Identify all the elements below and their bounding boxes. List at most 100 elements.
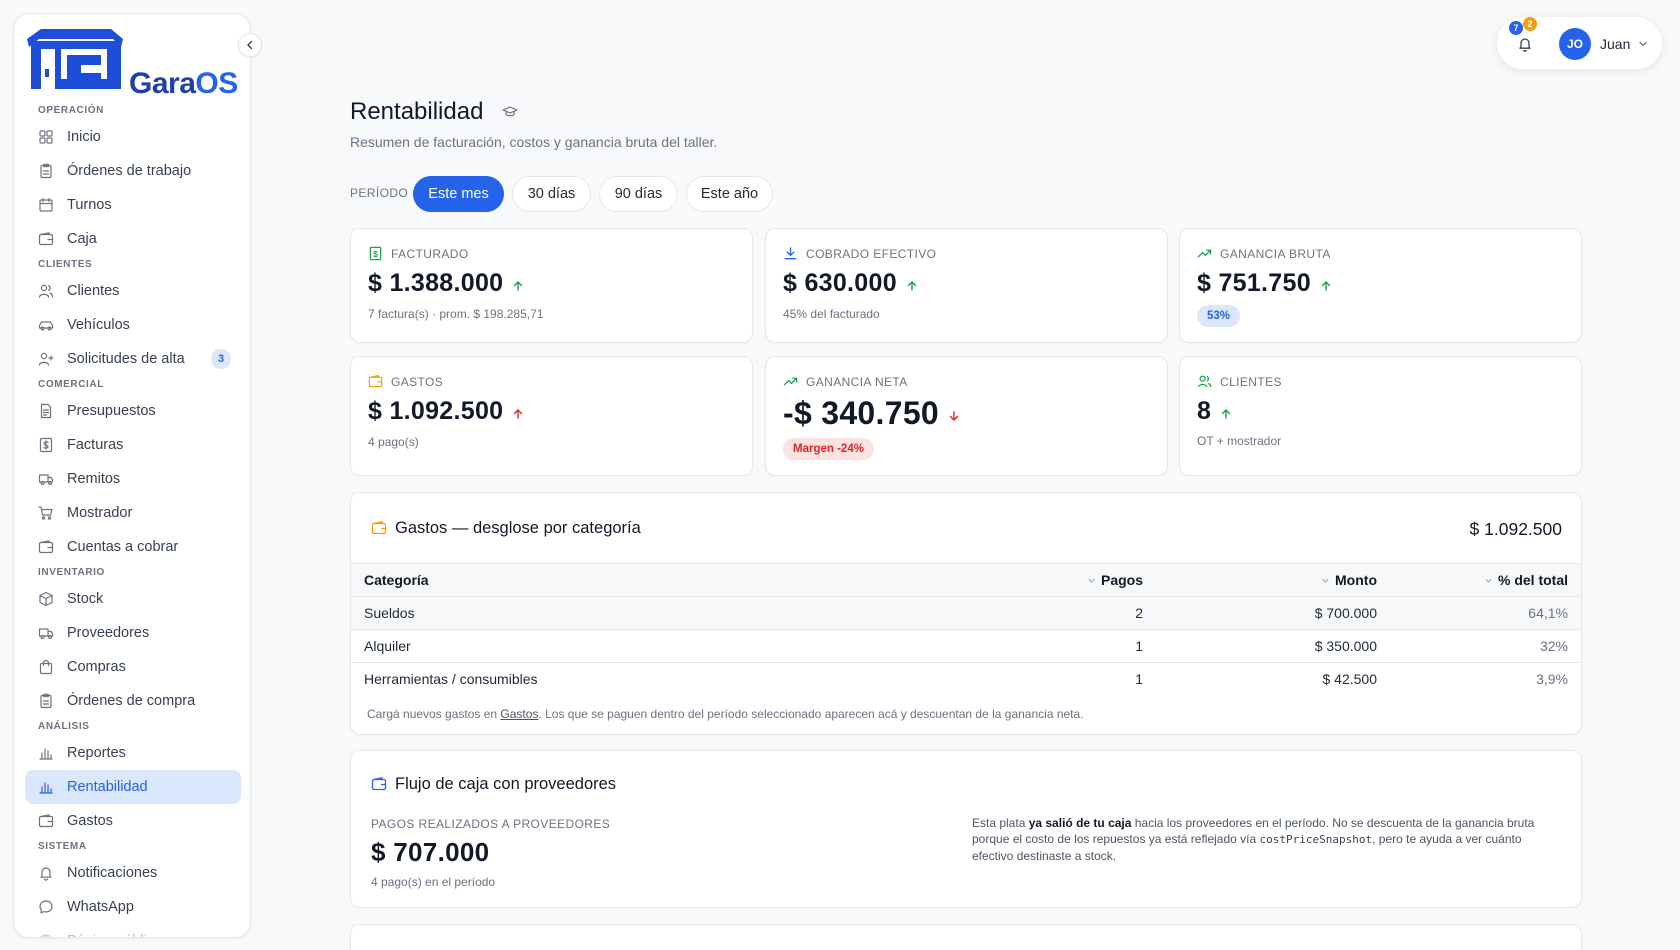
stat-sub: 7 factura(s) · prom. $ 198.285,71	[368, 307, 544, 321]
sidebar-item-rentabilidad[interactable]: Rentabilidad	[25, 770, 241, 804]
truck-icon	[38, 628, 54, 640]
margin-chip: Margen -24%	[783, 438, 874, 460]
sidebar-item-label: Solicitudes de alta	[67, 351, 185, 367]
sidebar-item-caja[interactable]: Caja	[25, 222, 241, 256]
sidebar-item-clientes[interactable]: Clientes	[25, 274, 241, 308]
chevron-left-icon	[247, 40, 253, 50]
logo-text-os: OS	[195, 67, 238, 100]
wallet-icon	[371, 520, 387, 535]
sidebar-item-mostrador[interactable]: Mostrador	[25, 496, 241, 530]
user-name[interactable]: Juan	[1600, 36, 1630, 52]
sidebar-item-ordenes-de-compra[interactable]: Órdenes de compra	[25, 684, 241, 718]
sidebar-section-title: CLIENTES	[38, 259, 93, 270]
cell-category: Alquiler	[351, 629, 971, 663]
cell-category: Sueldos	[351, 596, 971, 630]
table-row[interactable]: Alquiler 1 $ 350.000 32%	[351, 629, 1581, 663]
gastos-link[interactable]: Gastos	[500, 707, 538, 721]
sidebar-item-stock[interactable]: Stock	[25, 582, 241, 616]
sidebar-item-inicio[interactable]: Inicio	[25, 120, 241, 154]
note-code: costPriceSnapshot	[1259, 833, 1373, 846]
app-logo[interactable]: GaraOS	[27, 27, 250, 100]
sidebar-item-label: Inicio	[67, 129, 101, 145]
period-option-30-days[interactable]: 30 días	[512, 176, 591, 212]
stat-value-text: $ 1.388.000	[368, 269, 504, 297]
sidebar-item-gastos[interactable]: Gastos	[25, 804, 241, 838]
column-header-payments[interactable]: Pagos	[971, 563, 1156, 597]
sidebar-item-reportes[interactable]: Reportes	[25, 736, 241, 770]
car-icon	[38, 321, 54, 331]
sidebar-item-facturas[interactable]: Facturas	[25, 428, 241, 462]
bell-icon[interactable]	[1517, 36, 1533, 52]
arrow-up-icon	[514, 280, 523, 291]
sidebar-item-label: Órdenes de compra	[67, 693, 196, 709]
sidebar-item-label: Vehículos	[67, 317, 130, 333]
download-icon	[784, 247, 797, 260]
cell-amount: $ 42.500	[1156, 662, 1390, 696]
avatar[interactable]: JO	[1559, 28, 1591, 60]
stat-label: FACTURADO	[391, 247, 469, 261]
margin-chip: 53%	[1197, 305, 1241, 327]
sidebar-section-title: ANÁLISIS	[38, 721, 90, 732]
sidebar-item-solicitudes-de-alta[interactable]: Solicitudes de alta 3	[25, 342, 241, 376]
sidebar-item-label: Mostrador	[67, 505, 133, 521]
sidebar-item-turnos[interactable]: Turnos	[25, 188, 241, 222]
period-option-this-year[interactable]: Este año	[686, 176, 773, 212]
stat-card-clientes: CLIENTES 8 OT + mostrador	[1179, 356, 1582, 476]
column-header-category[interactable]: Categoría	[351, 563, 971, 597]
period-option-this-month[interactable]: Este mes	[413, 176, 504, 212]
stat-label: GANANCIA NETA	[806, 375, 908, 389]
cell-payments: 1	[971, 662, 1156, 696]
sidebar-item-remitos[interactable]: Remitos	[25, 462, 241, 496]
sidebar-item-pagina-publica[interactable]: Página pública	[25, 924, 241, 937]
sidebar-item-presupuestos[interactable]: Presupuestos	[25, 394, 241, 428]
column-header-amount[interactable]: Monto	[1156, 563, 1390, 597]
stat-value: $ 1.388.000	[368, 269, 524, 298]
table-header-row: Categoría Pagos Monto % del total	[351, 563, 1581, 597]
chevron-down-icon[interactable]	[1638, 39, 1648, 49]
stat-value-text: $ 630.000	[783, 269, 897, 297]
users-icon	[1197, 375, 1212, 388]
sidebar-item-ordenes-de-trabajo[interactable]: Órdenes de trabajo	[25, 154, 241, 188]
svg-text:$: $	[373, 249, 378, 259]
table-row[interactable]: Sueldos 2 $ 700.000 64,1%	[351, 596, 1581, 630]
truck-icon	[38, 474, 54, 486]
column-header-label: Monto	[1335, 572, 1377, 589]
sidebar-item-label: Clientes	[67, 283, 120, 299]
trending-up-icon	[1197, 249, 1212, 258]
sidebar-item-notificaciones[interactable]: Notificaciones	[25, 856, 241, 890]
period-option-90-days[interactable]: 90 días	[599, 176, 678, 212]
bar-chart-icon	[39, 748, 53, 760]
section-title: Gastos — desglose por categoría	[395, 519, 641, 537]
grid-icon	[39, 130, 53, 144]
sidebar-collapse-button[interactable]	[238, 33, 262, 57]
sidebar-item-label: Gastos	[67, 813, 113, 829]
bell-icon	[40, 867, 52, 881]
sidebar-item-label: Facturas	[67, 437, 124, 453]
sidebar-item-vehiculos[interactable]: Vehículos	[25, 308, 241, 342]
sidebar-item-label: Órdenes de trabajo	[67, 163, 192, 179]
column-header-percent[interactable]: % del total	[1390, 563, 1581, 597]
user-menu: 7 2 JO Juan	[1496, 16, 1663, 70]
arrow-up-icon	[1222, 408, 1231, 419]
sidebar-item-whatsapp[interactable]: WhatsApp	[25, 890, 241, 924]
page-title: Rentabilidad	[350, 98, 484, 125]
sidebar-item-compras[interactable]: Compras	[25, 650, 241, 684]
sidebar-item-label: Stock	[67, 591, 104, 607]
user-plus-icon	[38, 352, 54, 366]
sidebar-item-label: Cuentas a cobrar	[67, 539, 179, 555]
sidebar-section-title: OPERACIÓN	[38, 105, 104, 116]
arrow-up-icon	[1321, 280, 1331, 291]
sort-icon	[1485, 578, 1492, 583]
expenses-table: Categoría Pagos Monto % del total Sueldo…	[351, 563, 1581, 696]
sidebar-item-proveedores[interactable]: Proveedores	[25, 616, 241, 650]
wallet-icon	[368, 374, 383, 388]
sidebar-item-cuentas-a-cobrar[interactable]: Cuentas a cobrar	[25, 530, 241, 564]
wallet-icon	[38, 540, 54, 554]
logo-text-main: Gara	[129, 67, 196, 100]
table-row[interactable]: Herramientas / consumibles 1 $ 42.500 3,…	[351, 662, 1581, 696]
stat-card-facturado: $ FACTURADO $ 1.388.000 7 factura(s) · p…	[350, 228, 753, 343]
document-icon	[40, 403, 52, 419]
cell-amount: $ 350.000	[1156, 629, 1390, 663]
garage-logo-icon	[27, 29, 123, 89]
graduation-cap-icon[interactable]	[502, 104, 518, 120]
